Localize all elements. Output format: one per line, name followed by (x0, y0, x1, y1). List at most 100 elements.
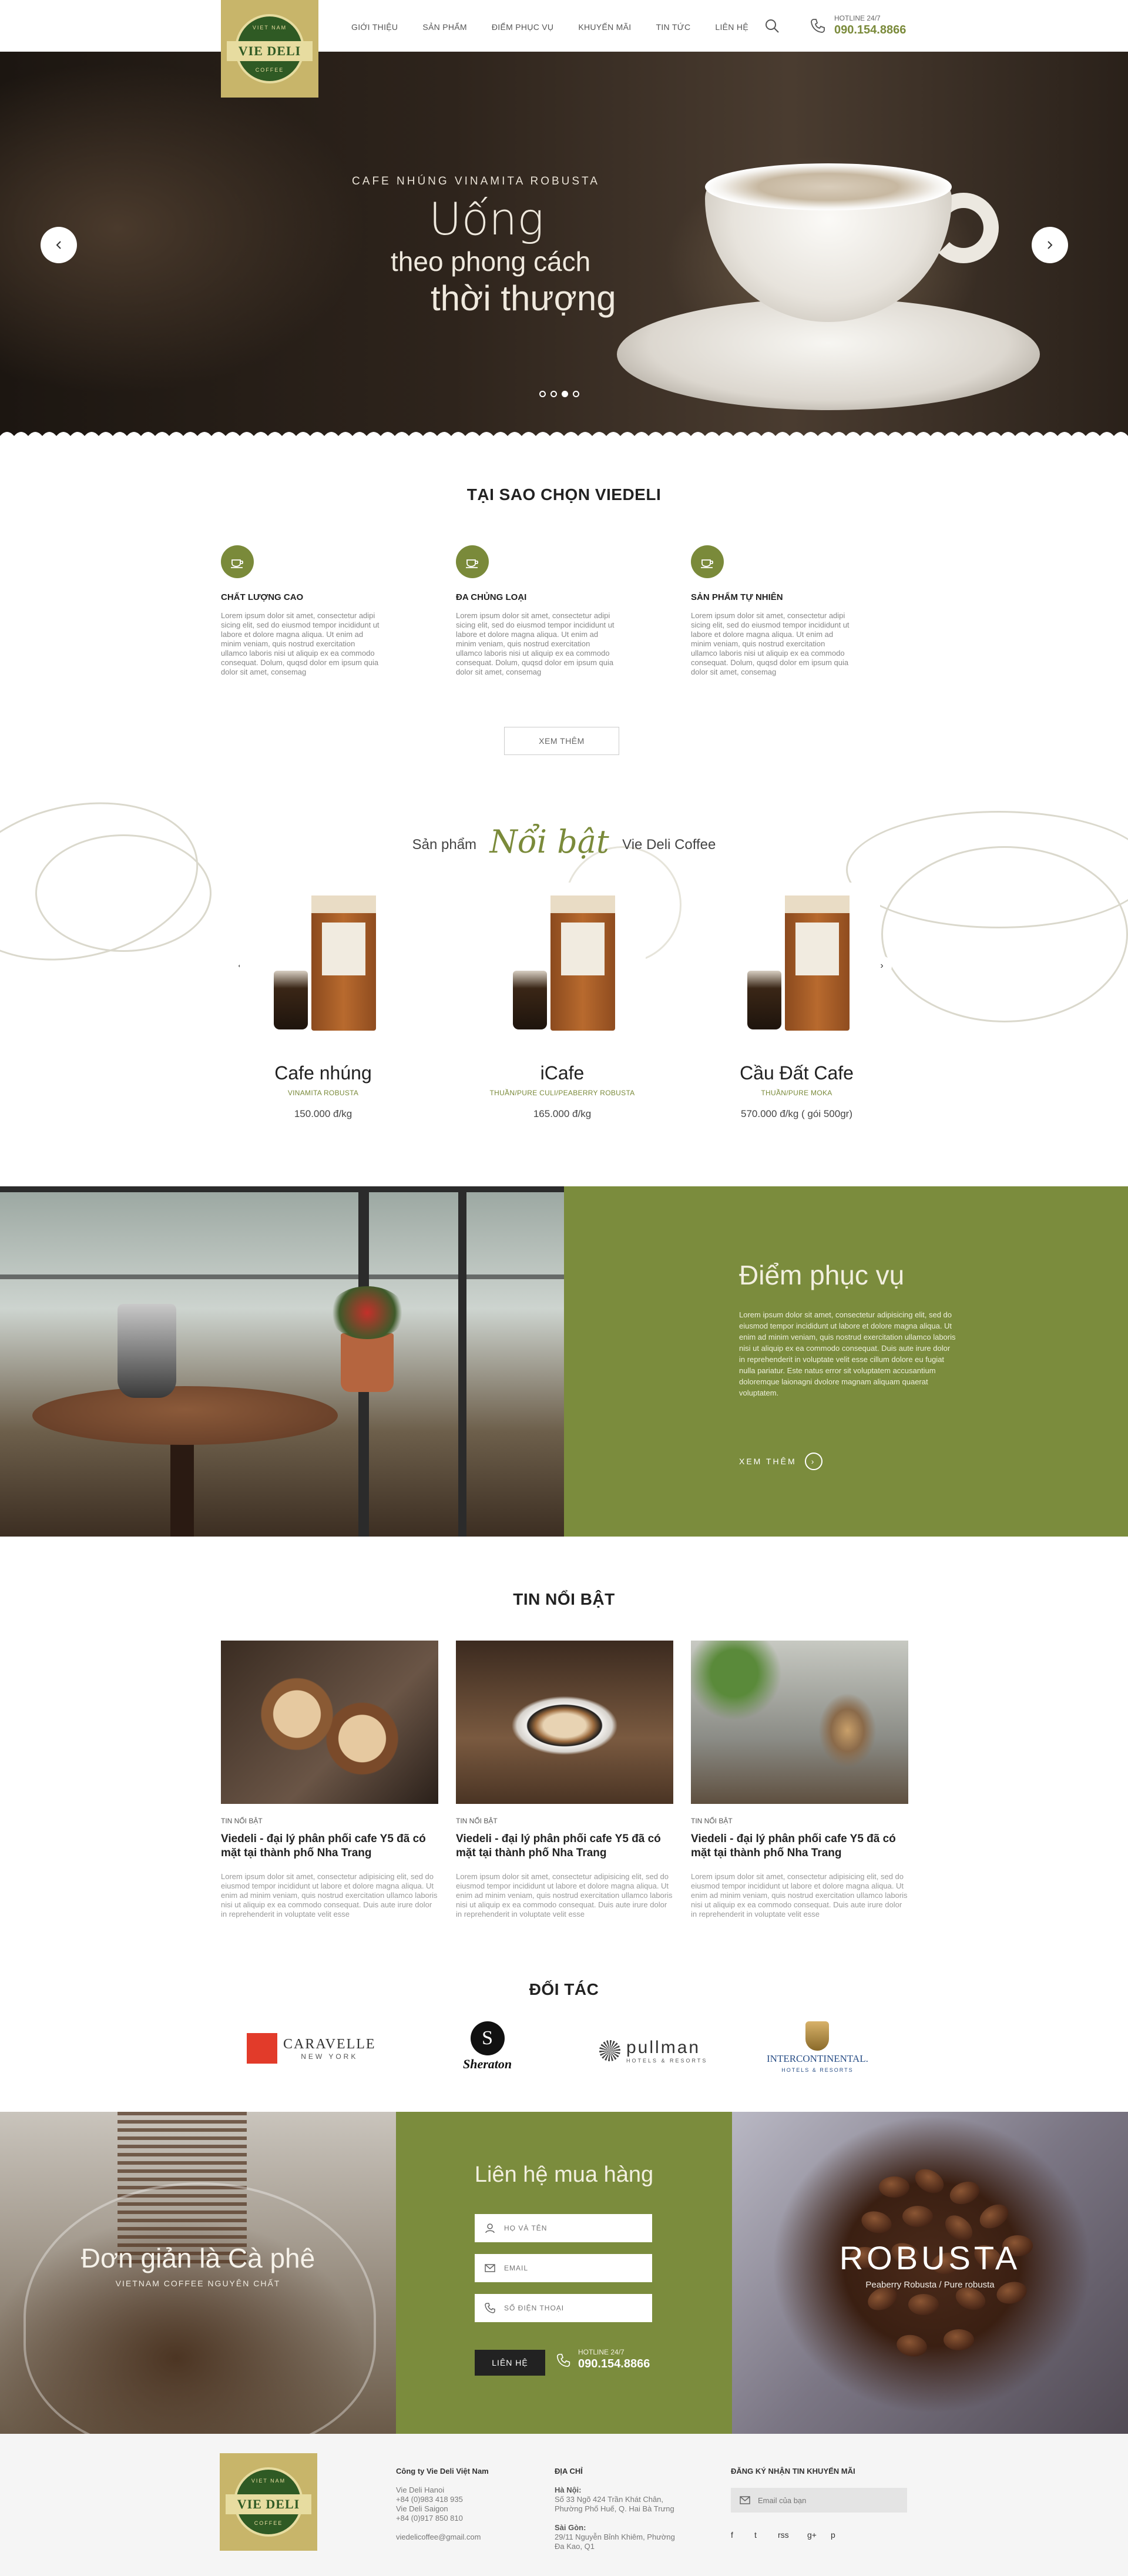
cup-icon (456, 545, 489, 578)
slider-dot[interactable] (550, 391, 557, 397)
hero-next-button[interactable] (1032, 227, 1068, 263)
nav-san-pham[interactable]: SẢN PHẨM (422, 22, 467, 32)
phone-field[interactable] (475, 2294, 652, 2322)
contact-left-title: Đơn giản là Cà phê (80, 2243, 315, 2273)
feature-text: Lorem ipsum dolor sit amet, consectetur … (691, 611, 850, 676)
product-bag-top (550, 895, 615, 913)
product-card[interactable] (479, 883, 646, 1048)
hotline-label: HOTLINE 24/7 (834, 14, 881, 22)
product-bag-top (785, 895, 850, 913)
phone-icon (808, 16, 827, 35)
logo-badge: VIET NAM VIE DELI COFFEE (226, 2467, 311, 2537)
footer-logo[interactable]: VIET NAM VIE DELI COFFEE (220, 2453, 317, 2551)
product-name[interactable]: Cầu Đất Cafe (713, 1062, 880, 1084)
partner-intercontinental[interactable]: INTERCONTINENTAL. HOTELS & RESORTS (767, 2021, 868, 2073)
contact-submit-button[interactable]: LIÊN HỆ (475, 2350, 545, 2376)
products-heading-c: Vie Deli Coffee (622, 837, 716, 853)
news-text: Lorem ipsum dolor sit amet, consectetur … (221, 1872, 438, 1918)
pinterest-icon[interactable]: p (831, 2530, 835, 2540)
facebook-icon[interactable]: f (731, 2530, 733, 2540)
newsletter-field[interactable] (731, 2488, 907, 2513)
search-icon[interactable] (764, 18, 780, 34)
arrow-right-icon: › (804, 1453, 822, 1470)
product-bag-label (561, 923, 605, 975)
email-field[interactable] (475, 2254, 652, 2282)
news-title: TIN NỔI BẬT (513, 1590, 615, 1608)
product-price: 150.000 đ/kg (294, 1108, 352, 1119)
news-image[interactable] (691, 1641, 908, 1804)
footer-hanoi-label: Hà Nội: (555, 2486, 582, 2494)
site-logo[interactable]: VIET NAM VIE DELI COFFEE (221, 0, 318, 98)
name-input[interactable] (504, 2224, 633, 2232)
hero-title-line3: thời thượng (431, 279, 616, 318)
footer-hanoi-line: Phường Phố Huế, Q. Hai Bà Trưng (555, 2504, 674, 2513)
product-card[interactable] (240, 883, 407, 1048)
nav-lien-he[interactable]: LIÊN HỆ (715, 22, 748, 32)
rss-icon[interactable]: rss (778, 2530, 789, 2540)
email-input[interactable] (504, 2264, 633, 2272)
partner-sub: HOTELS & RESORTS (781, 2067, 854, 2073)
nav-tin-tuc[interactable]: TIN TỨC (656, 22, 690, 32)
logo-badge: VIET NAM VIE DELI COFFEE (227, 14, 313, 83)
why-title: TẠI SAO CHỌN VIEDELI (466, 485, 662, 504)
cup-icon (221, 545, 254, 578)
user-icon (485, 2223, 495, 2233)
caravelle-logo-mark (247, 2033, 277, 2064)
news-item-title[interactable]: Viedeli - đại lý phân phối cafe Y5 đã có… (691, 1832, 908, 1860)
footer-line: Vie Deli Saigon (396, 2504, 448, 2513)
news-text: Lorem ipsum dolor sit amet, consectetur … (691, 1872, 908, 1918)
phone-icon (556, 2353, 570, 2367)
nav-gioi-thieu[interactable]: GIỚI THIỆU (351, 22, 398, 32)
product-name[interactable]: iCafe (479, 1062, 646, 1084)
service-more-link[interactable]: XEM THÊM › (739, 1453, 822, 1470)
partner-caravelle[interactable]: CARAVELLE NEW YORK (247, 2033, 376, 2064)
product-glass (513, 971, 547, 1029)
hero-title-line2: theo phong cách (391, 246, 591, 277)
slider-dot-active[interactable] (562, 391, 568, 397)
google-plus-icon[interactable]: g+ (807, 2530, 817, 2540)
site-header: GIỚI THIỆU SẢN PHẨM ĐIỂM PHỤC VỤ KHUYẾN … (0, 0, 1128, 52)
product-price: 570.000 đ/kg ( gói 500gr) (741, 1108, 852, 1119)
phone-input[interactable] (504, 2304, 633, 2312)
why-more-button[interactable]: XEM THÊM (504, 727, 619, 755)
cup-icon (691, 545, 724, 578)
news-image[interactable] (221, 1641, 438, 1804)
hero-subtitle: CAFE NHÚNG VINAMITA ROBUSTA (352, 175, 600, 187)
product-name[interactable]: Cafe nhúng (240, 1062, 407, 1084)
name-field[interactable] (475, 2214, 652, 2242)
news-item-title[interactable]: Viedeli - đại lý phân phối cafe Y5 đã có… (221, 1832, 438, 1860)
contact-title: Liên hệ mua hàng (474, 2162, 654, 2187)
partner-sheraton[interactable]: S Sheraton (463, 2021, 512, 2072)
nav-diem-phuc-vu[interactable]: ĐIỂM PHỤC VỤ (492, 22, 554, 32)
footer-saigon-line: Đa Kao, Q1 (555, 2542, 595, 2551)
service-more-label: XEM THÊM (739, 1457, 797, 1466)
news-image[interactable] (456, 1641, 673, 1804)
service-text: Lorem ipsum dolor sit amet, consectetur … (739, 1310, 956, 1397)
feature-title: SẢN PHẨM TỰ NHIÊN (691, 592, 783, 602)
footer-company: Công ty Vie Deli Việt Nam (396, 2467, 489, 2476)
partners-title: ĐỐI TÁC (529, 1980, 599, 1998)
footer-email[interactable]: viedelicoffee@gmail.com (396, 2533, 481, 2541)
products-heading-b: Nổi bật (489, 823, 609, 860)
nav-khuyen-mai[interactable]: KHUYẾN MÃI (578, 22, 631, 32)
newsletter-input[interactable] (758, 2496, 893, 2505)
sheraton-logo-mark: S (470, 2021, 505, 2055)
product-bag-label (795, 923, 839, 975)
slider-dot[interactable] (539, 391, 546, 397)
footer-address-title: ĐỊA CHỈ (555, 2467, 583, 2476)
product-sub: THUẦN/PURE CULI/PEABERRY ROBUSTA (489, 1089, 635, 1097)
partner-name: Sheraton (463, 2057, 512, 2071)
partner-pullman[interactable]: pullman HOTELS & RESORTS (599, 2038, 707, 2064)
product-card[interactable] (713, 883, 880, 1048)
slider-dot[interactable] (573, 391, 579, 397)
hero-title-line1: Uống (429, 193, 544, 245)
hero-prev-button[interactable] (41, 227, 77, 263)
twitter-icon[interactable]: t (754, 2530, 757, 2540)
footer-line: +84 (0)983 418 935 (396, 2495, 463, 2504)
product-glass (274, 971, 308, 1029)
phone-icon (485, 2303, 495, 2313)
service-title: Điểm phục vụ (739, 1260, 905, 1290)
feature-title: ĐA CHỦNG LOẠI (456, 592, 527, 602)
footer-hanoi-line: Số 33 Ngõ 424 Trần Khát Chân, (555, 2495, 664, 2504)
news-item-title[interactable]: Viedeli - đại lý phân phối cafe Y5 đã có… (456, 1832, 673, 1860)
